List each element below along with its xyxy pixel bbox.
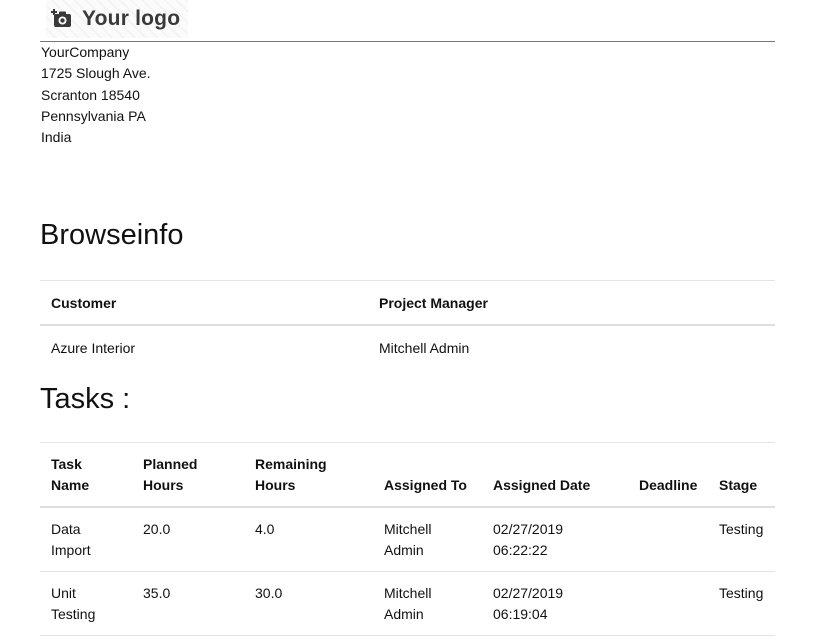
stage-header: Stage [708, 442, 775, 508]
remaining-hours-header-line: Remaining [255, 455, 327, 472]
task-name-line: Import [51, 541, 91, 558]
task-name-cell: Unit Testing [40, 571, 132, 636]
assigned-time-line: 06:19:04 [493, 605, 548, 622]
planned-hours-cell: 20.0 [132, 506, 244, 572]
company-name: YourCompany [41, 44, 130, 60]
deadline-cell [628, 571, 708, 636]
company-state: Pennsylvania PA [41, 107, 146, 124]
company-city-zip: Scranton 18540 [41, 86, 140, 103]
assigned-to-line: Admin [384, 605, 424, 622]
table-row: Data Import 20.0 4.0 Mitchell Admin 02/2… [40, 506, 775, 572]
company-country: India [41, 129, 72, 146]
planned-hours-cell: 35.0 [132, 571, 244, 636]
project-title: Browseinfo [40, 219, 184, 251]
planned-hours-header: Planned Hours [132, 442, 244, 508]
task-name-line: Unit [51, 584, 76, 601]
company-address: YourCompany 1725 Slough Ave. Scranton 18… [41, 42, 151, 148]
remaining-hours-header: Remaining Hours [244, 442, 373, 508]
project-manager-value: Mitchell Admin [379, 339, 470, 356]
task-name-cell: Data Import [40, 506, 132, 572]
assigned-date-line: 02/27/2019 [493, 584, 564, 601]
tasks-heading: Tasks : [40, 383, 131, 415]
planned-hours-header-line: Hours [143, 476, 184, 493]
assigned-to-header: Assigned To [373, 442, 482, 508]
remaining-hours-cell: 4.0 [244, 506, 373, 572]
assigned-date-line: 02/27/2019 [493, 520, 564, 537]
assigned-to-cell: Mitchell Admin [373, 506, 482, 572]
task-name-header-line: Task [51, 455, 82, 472]
task-name-line: Testing [51, 605, 96, 622]
logo-text: Your logo [82, 7, 181, 30]
assigned-to-line: Admin [384, 541, 424, 558]
task-name-header: Task Name [40, 442, 132, 508]
deadline-cell [628, 506, 708, 572]
camera-plus-icon [51, 9, 71, 27]
assigned-date-cell: 02/27/2019 06:22:22 [482, 506, 628, 572]
assigned-date-cell: 02/27/2019 06:19:04 [482, 571, 628, 636]
project-info-table: Customer Project Manager Azure Interior … [40, 280, 775, 369]
stage-cell: Testing [708, 506, 775, 572]
assigned-to-cell: Mitchell Admin [373, 571, 482, 636]
customer-header: Customer [40, 280, 368, 326]
remaining-hours-header-line: Hours [255, 476, 296, 493]
project-info-row: Azure Interior Mitchell Admin [40, 325, 775, 369]
remaining-hours-cell: 30.0 [244, 571, 373, 636]
project-info-header-row: Customer Project Manager [40, 280, 775, 326]
company-logo[interactable]: Your logo [46, 0, 188, 38]
deadline-header: Deadline [628, 442, 708, 508]
task-name-header-line: Name [51, 476, 90, 493]
customer-value: Azure Interior [51, 339, 136, 356]
assigned-to-line: Mitchell [384, 584, 432, 601]
task-name-line: Data [51, 520, 81, 537]
assigned-to-line: Mitchell [384, 520, 432, 537]
assigned-time-line: 06:22:22 [493, 541, 548, 558]
project-manager-header: Project Manager [368, 280, 775, 326]
tasks-table: Task Name Planned Hours Remaining Hours … [40, 442, 775, 636]
stage-cell: Testing [708, 571, 775, 636]
table-row: Unit Testing 35.0 30.0 Mitchell Admin 02… [40, 571, 775, 636]
tasks-header-row: Task Name Planned Hours Remaining Hours … [40, 442, 775, 508]
company-street: 1725 Slough Ave. [41, 65, 151, 82]
assigned-date-header: Assigned Date [482, 442, 628, 508]
planned-hours-header-line: Planned [143, 455, 198, 472]
